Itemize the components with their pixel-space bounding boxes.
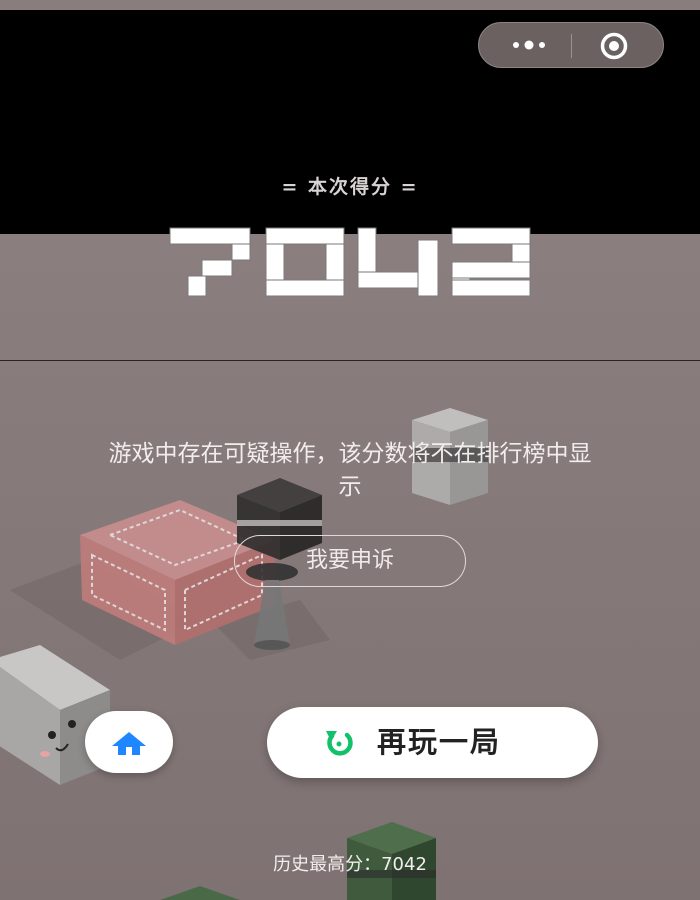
score-label: = 本次得分 = <box>281 176 419 198</box>
best-score: 历史最高分：7042 <box>273 854 427 875</box>
replay-label: 再玩一局 <box>377 725 502 759</box>
suspicious-operation-notice: 游戏中存在可疑操作，该分数将不在排行榜中显示 <box>108 441 592 500</box>
appeal-button[interactable]: 我要申诉 <box>234 535 466 587</box>
home-button[interactable] <box>85 711 173 773</box>
green-block-corner <box>160 886 240 900</box>
more-dots-icon[interactable] <box>509 37 549 53</box>
pixel-score-digits <box>169 227 531 297</box>
divider-line <box>0 360 700 361</box>
home-icon <box>112 732 146 755</box>
replay-icon <box>326 731 353 756</box>
score-value: 7042 <box>168 220 533 300</box>
capsule-separator <box>571 34 572 58</box>
replay-button[interactable]: 再玩一局 <box>267 707 598 778</box>
target-circle-icon[interactable] <box>600 32 628 60</box>
mini-program-capsule <box>478 22 664 68</box>
